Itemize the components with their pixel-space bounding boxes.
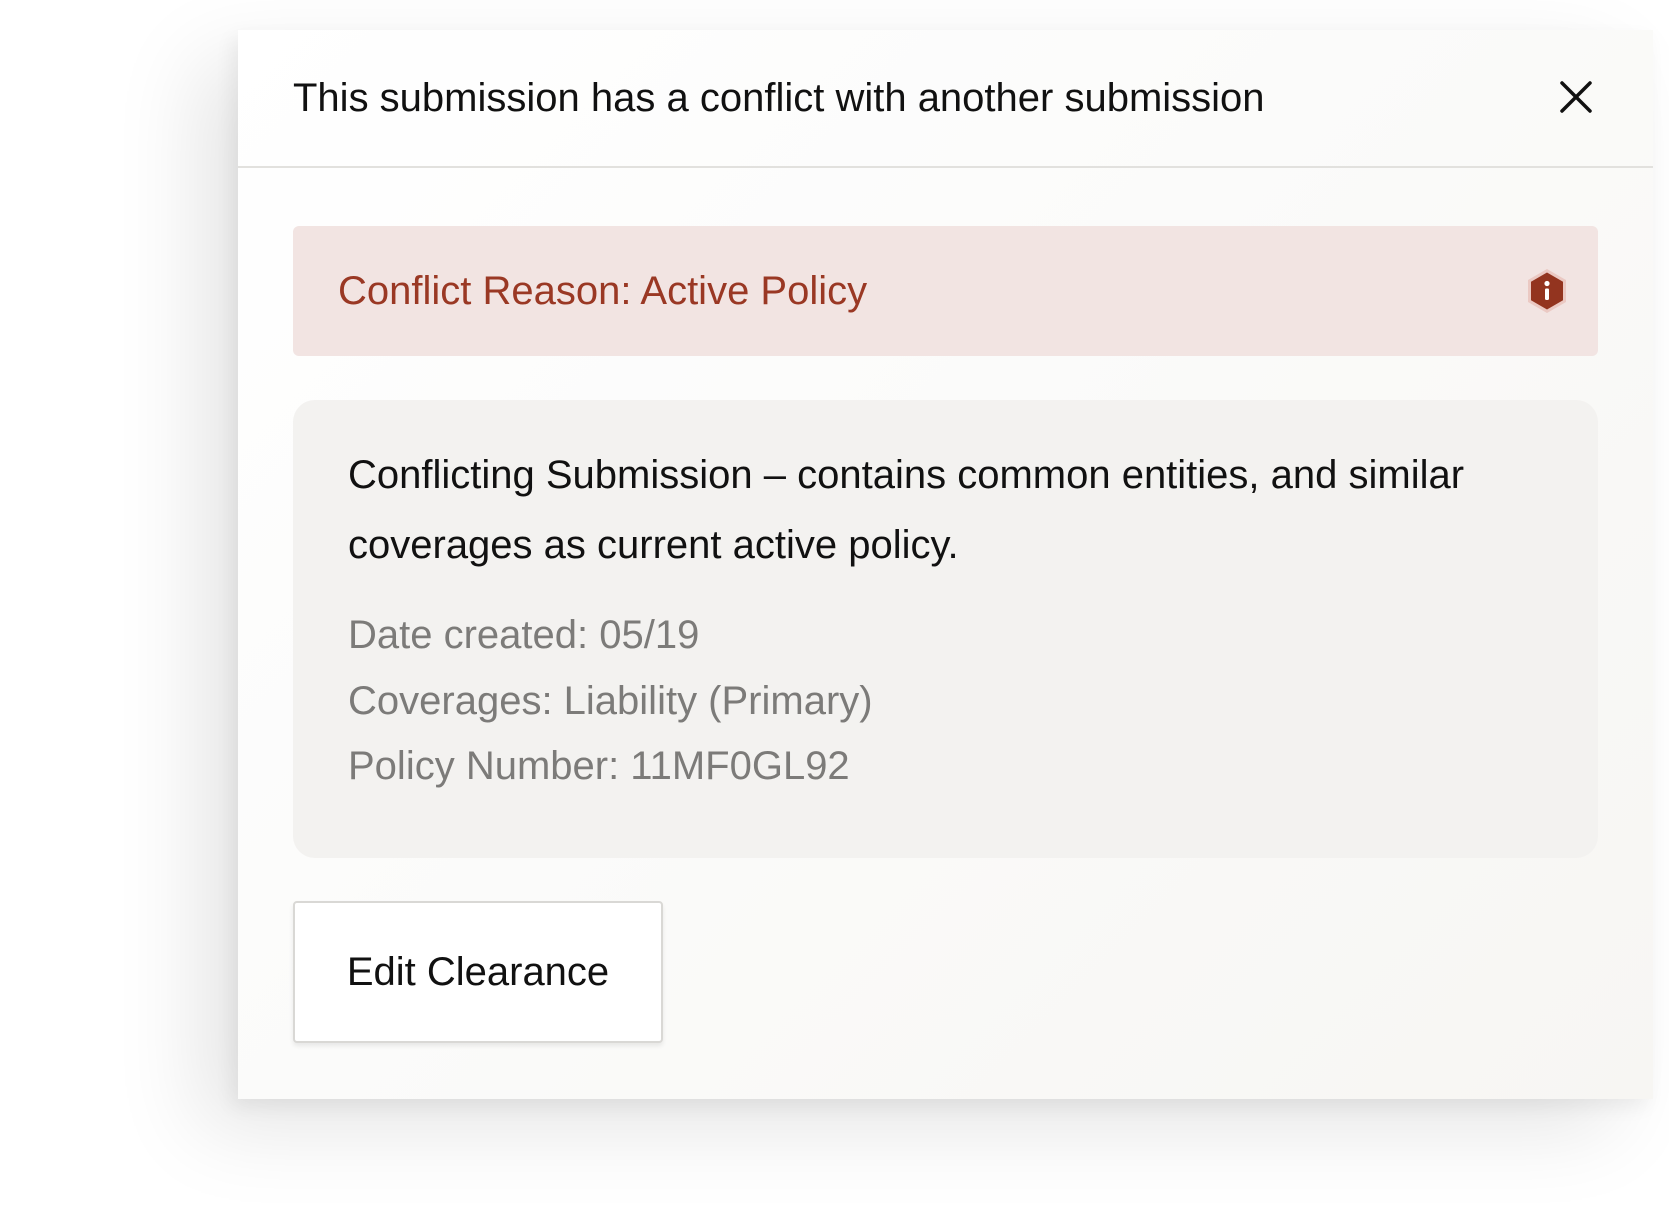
conflict-dialog: This submission has a conflict with anot… [238, 30, 1653, 1099]
conflicting-submission-description: Conflicting Submission – contains common… [348, 453, 1465, 567]
close-button[interactable] [1550, 71, 1602, 123]
page: This submission has a conflict with anot… [0, 0, 1669, 1229]
close-icon [1560, 81, 1592, 113]
policy-number: Policy Number: 11MF0GL92 [348, 744, 850, 788]
conflict-reason-banner: Conflict Reason: Active Policy [293, 226, 1598, 356]
dialog-header: This submission has a conflict with anot… [238, 30, 1653, 168]
info-icon [1528, 269, 1566, 313]
conflict-reason-text: Conflict Reason: Active Policy [338, 269, 868, 313]
edit-clearance-button[interactable]: Edit Clearance [293, 901, 663, 1043]
dialog-title: This submission has a conflict with anot… [293, 76, 1265, 120]
coverages: Coverages: Liability (Primary) [348, 679, 873, 723]
conflicting-submission-card: Conflicting Submission – contains common… [293, 400, 1598, 858]
date-created: Date created: 05/19 [348, 613, 700, 657]
